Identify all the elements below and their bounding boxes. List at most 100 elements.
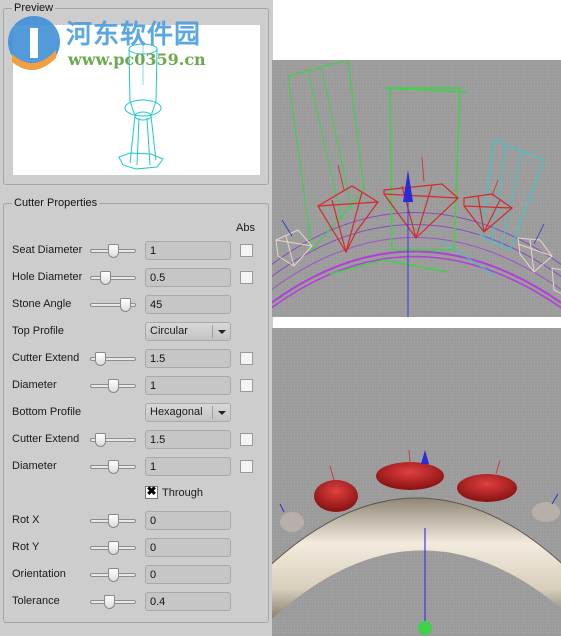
tolerance-slider[interactable] — [90, 595, 136, 609]
preview-canvas[interactable] — [13, 25, 260, 175]
slider-thumb[interactable] — [108, 541, 119, 555]
cutter-extend-abs-checkbox[interactable] — [240, 352, 253, 365]
stone-shaded-outer — [532, 502, 560, 522]
left-panel: Preview Cutter Properties Abs Seat Diame… — [0, 0, 273, 636]
cutter-properties-title: Cutter Properties — [12, 196, 100, 210]
dropdown-separator — [212, 406, 213, 419]
slider-thumb[interactable] — [108, 244, 119, 258]
seat-diameter-slider[interactable] — [90, 244, 136, 258]
property-row-hole-diameter: Hole Diameter — [12, 267, 262, 289]
property-label: Bottom Profile — [12, 406, 82, 418]
cutter-wire-center — [389, 87, 461, 251]
seat-diameter-abs-checkbox[interactable] — [240, 244, 253, 257]
checkmark-x-icon: ✖ — [146, 484, 157, 498]
cutter-extend-input[interactable] — [145, 430, 231, 449]
wireframe-scene — [272, 60, 561, 317]
property-row-orientation: Orientation — [12, 564, 262, 586]
diameter-slider[interactable] — [90, 460, 136, 474]
seat-diameter-input[interactable] — [145, 241, 231, 260]
property-label: Diameter — [12, 460, 57, 472]
slider-thumb[interactable] — [120, 298, 132, 312]
property-label: Cutter Extend — [12, 433, 80, 445]
rot-x-slider[interactable] — [90, 514, 136, 528]
dropdown-separator — [212, 325, 213, 338]
slider-thumb[interactable] — [108, 379, 119, 393]
property-row-tolerance: Tolerance — [12, 591, 262, 613]
stone-shaded — [314, 480, 358, 512]
property-row-stone-angle: Stone Angle — [12, 294, 262, 316]
cutter-extend-abs-checkbox[interactable] — [240, 433, 253, 446]
stone-angle-slider[interactable] — [90, 298, 136, 312]
cutter-extend-input[interactable] — [145, 349, 231, 368]
property-row-cutter-extend: Cutter Extend — [12, 348, 262, 370]
dropdown-value: Circular — [150, 325, 188, 337]
property-label: Rot X — [12, 514, 40, 526]
viewport-wireframe[interactable] — [272, 60, 561, 317]
rot-y-slider[interactable] — [90, 541, 136, 555]
cutter-extend-slider[interactable] — [90, 352, 136, 366]
property-row-top-profile: Top Profile Circular — [12, 321, 262, 343]
orientation-slider[interactable] — [90, 568, 136, 582]
slider-thumb[interactable] — [94, 352, 106, 366]
cutter-hexagon-bottom — [118, 152, 164, 170]
stone-wire-right — [463, 193, 513, 233]
property-row-rot-x: Rot X — [12, 510, 262, 532]
property-label: Stone Angle — [12, 298, 72, 310]
cutter-right-edge — [155, 48, 158, 102]
slider-thumb[interactable] — [104, 595, 116, 609]
ring-arc — [272, 250, 561, 304]
slider-thumb[interactable] — [94, 433, 106, 447]
hole-diameter-input[interactable] — [145, 268, 231, 287]
rot-x-input[interactable] — [145, 511, 231, 530]
diameter-slider[interactable] — [90, 379, 136, 393]
hole-diameter-slider[interactable] — [90, 271, 136, 285]
property-row-cutter-extend: Cutter Extend — [12, 429, 262, 451]
diameter-input[interactable] — [145, 376, 231, 395]
tolerance-input[interactable] — [145, 592, 231, 611]
diameter-input[interactable] — [145, 457, 231, 476]
slider-track — [90, 276, 136, 280]
orientation-input[interactable] — [145, 565, 231, 584]
cutter-properties-group: Cutter Properties Abs Seat Diameter Hole … — [3, 196, 269, 623]
top-profile-dropdown[interactable]: Circular — [145, 322, 231, 341]
ring-band — [272, 498, 561, 619]
slider-thumb[interactable] — [100, 271, 112, 285]
bottom-profile-dropdown[interactable]: Hexagonal — [145, 403, 231, 422]
property-row-diameter: Diameter — [12, 456, 262, 478]
property-label: Orientation — [12, 568, 66, 580]
property-label: Tolerance — [12, 595, 60, 607]
z-axis-arrow-icon — [421, 450, 429, 464]
chevron-down-icon[interactable] — [218, 330, 226, 334]
slider-thumb[interactable] — [108, 460, 119, 474]
property-row-seat-diameter: Seat Diameter — [12, 240, 262, 262]
stone-wire-center — [383, 183, 459, 239]
property-label: Hole Diameter — [12, 271, 83, 283]
stone-angle-input[interactable] — [145, 295, 231, 314]
slider-thumb[interactable] — [108, 514, 119, 528]
chevron-down-icon[interactable] — [218, 411, 226, 415]
stone-shaded — [376, 462, 444, 490]
cutter-extend-slider[interactable] — [90, 433, 136, 447]
viewport-shaded[interactable] — [272, 328, 561, 636]
property-label: Top Profile — [12, 325, 64, 337]
cutter-preview-wireframe — [118, 43, 164, 170]
property-row-bottom-profile: Bottom Profile Hexagonal — [12, 402, 262, 424]
pivot-handle — [418, 621, 432, 635]
stone-wire-outer — [275, 229, 313, 267]
diameter-abs-checkbox[interactable] — [240, 379, 253, 392]
diameter-abs-checkbox[interactable] — [240, 460, 253, 473]
property-row-rot-y: Rot Y — [12, 537, 262, 559]
through-checkbox[interactable]: ✖ — [145, 484, 158, 499]
preview-title: Preview — [12, 1, 56, 15]
through-label: Through — [162, 487, 203, 499]
cutter-left-edge — [128, 48, 131, 102]
hole-diameter-abs-checkbox[interactable] — [240, 271, 253, 284]
property-row-diameter: Diameter — [12, 375, 262, 397]
slider-thumb[interactable] — [108, 568, 119, 582]
z-axis-arrow-icon — [403, 170, 413, 202]
abs-column-header: Abs — [236, 222, 255, 234]
property-label: Rot Y — [12, 541, 40, 553]
property-label: Seat Diameter — [12, 244, 83, 256]
rot-y-input[interactable] — [145, 538, 231, 557]
dropdown-value: Hexagonal — [150, 406, 203, 418]
